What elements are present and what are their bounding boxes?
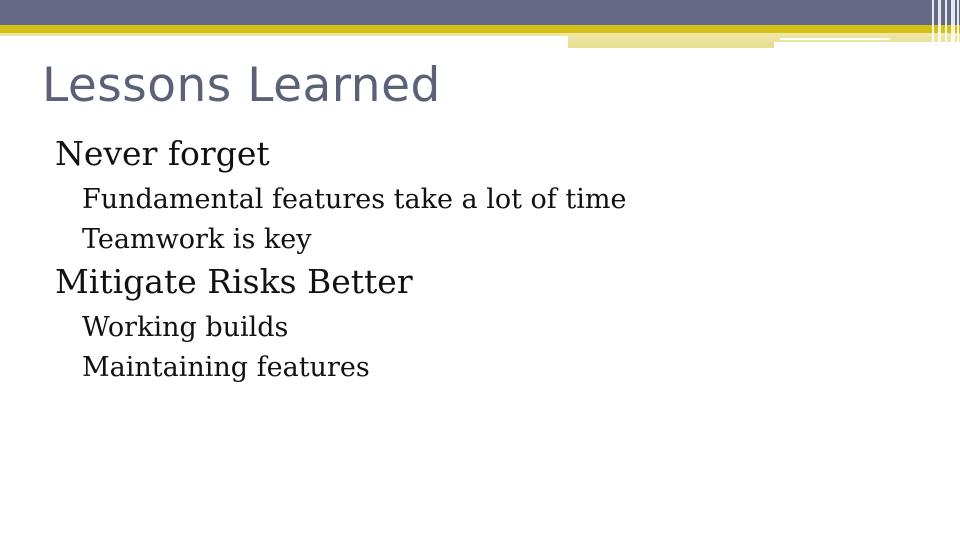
slide: Lessons Learned Never forget Fundamental… [0,0,960,540]
bullet-fundamental-features: Fundamental features take a lot of time [82,184,627,215]
bullet-teamwork: Teamwork is key [82,224,312,255]
section-heading-never-forget: Never forget [55,134,270,173]
bullet-working-builds: Working builds [82,312,289,343]
slide-body: Never forget Fundamental features take a… [0,0,960,540]
section-heading-mitigate-risks: Mitigate Risks Better [55,262,413,301]
bullet-maintaining-features: Maintaining features [82,352,370,383]
